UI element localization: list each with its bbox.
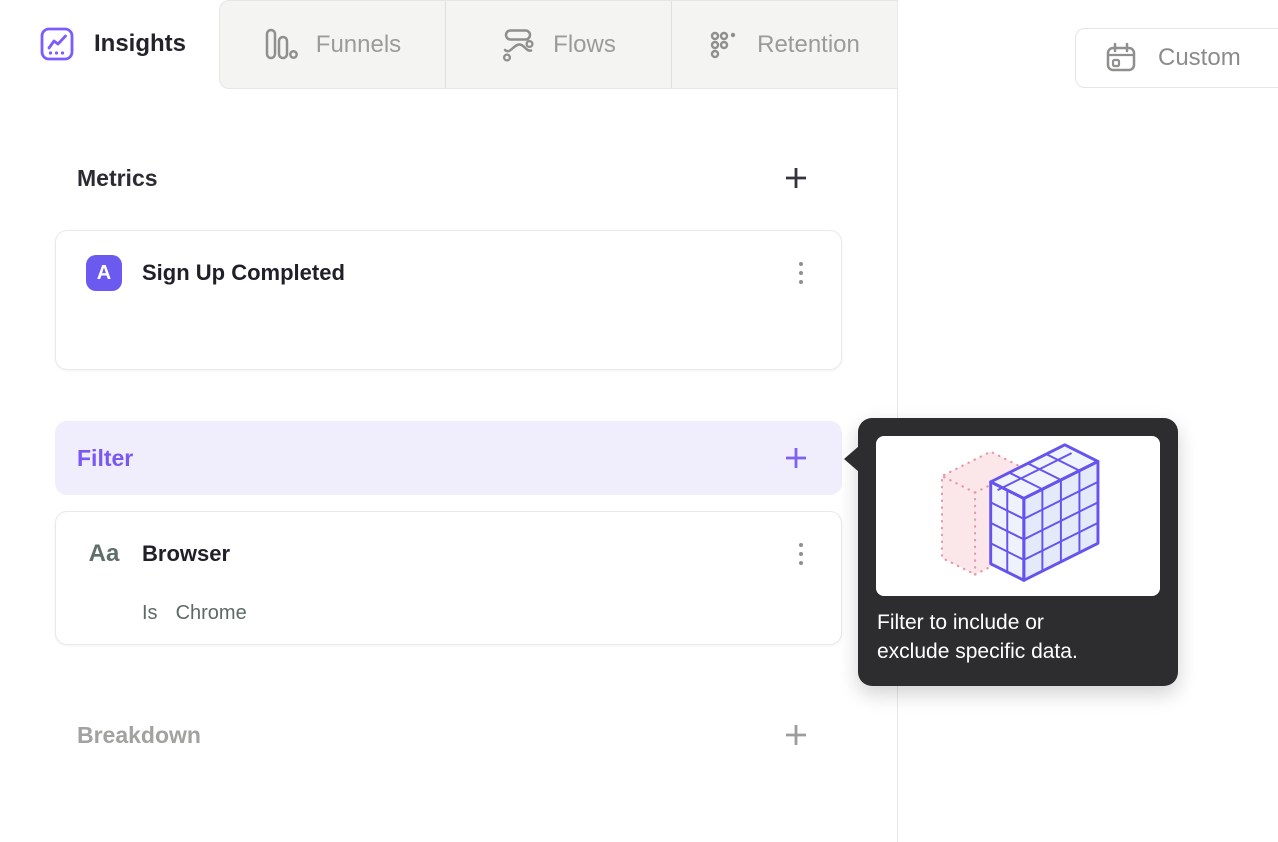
flows-wave-icon [501,28,535,62]
tooltip-arrow [844,446,859,472]
filter-value[interactable]: Chrome [176,602,247,625]
insights-line-chart-icon [40,27,74,61]
tab-insights[interactable]: Insights [0,0,219,88]
insights-report-builder: Insights Funnels Flows Retention Custom … [0,0,1278,842]
funnels-bars-icon [264,28,298,62]
filter-cube-illustration [876,436,1160,596]
tab-label: Retention [757,30,860,58]
metric-event-name: Sign Up Completed [142,260,345,285]
add-metric-button plus-icon[interactable] [784,166,808,190]
filter-card[interactable]: Aa Browser Is Chrome [55,511,842,645]
tab-flows[interactable]: Flows [445,1,671,88]
tab-funnels[interactable]: Funnels [220,1,445,88]
date-range-custom-button[interactable]: Custom [1075,28,1278,88]
retention-grid-icon [709,30,739,60]
tab-label: Flows [553,30,616,58]
metrics-title: Metrics [77,164,158,191]
property-type-badge: Aa [88,540,120,567]
filter-operator[interactable]: Is [142,602,158,625]
tooltip-text: Filter to include or exclude specific da… [877,611,1078,663]
filter-title: Filter [77,444,134,471]
filter-menu-button kebab-menu-icon[interactable] [789,538,813,570]
add-filter-button plus-icon[interactable] [784,446,808,470]
add-breakdown-button plus-icon[interactable] [784,723,808,747]
breakdown-section-header: Breakdown [55,707,842,763]
tab-label: Funnels [315,30,402,58]
filter-help-tooltip: Filter to include or exclude specific da… [844,418,1178,686]
inactive-tab-group: Funnels Flows Retention [219,0,897,89]
tab-retention[interactable]: Retention [671,1,897,88]
tab-label: Insights [94,30,187,57]
custom-button-label: Custom [1158,44,1241,71]
filter-section-header[interactable]: Filter [55,421,842,495]
metric-card[interactable]: A Sign Up Completed Total Events [55,230,842,569]
calendar-icon [1104,41,1138,75]
metrics-section-header: Metrics [55,150,842,206]
filter-property-name: Browser [142,541,231,566]
series-badge: A [86,255,122,291]
metric-menu-button kebab-menu-icon[interactable] [789,257,813,289]
breakdown-title: Breakdown [77,721,201,748]
